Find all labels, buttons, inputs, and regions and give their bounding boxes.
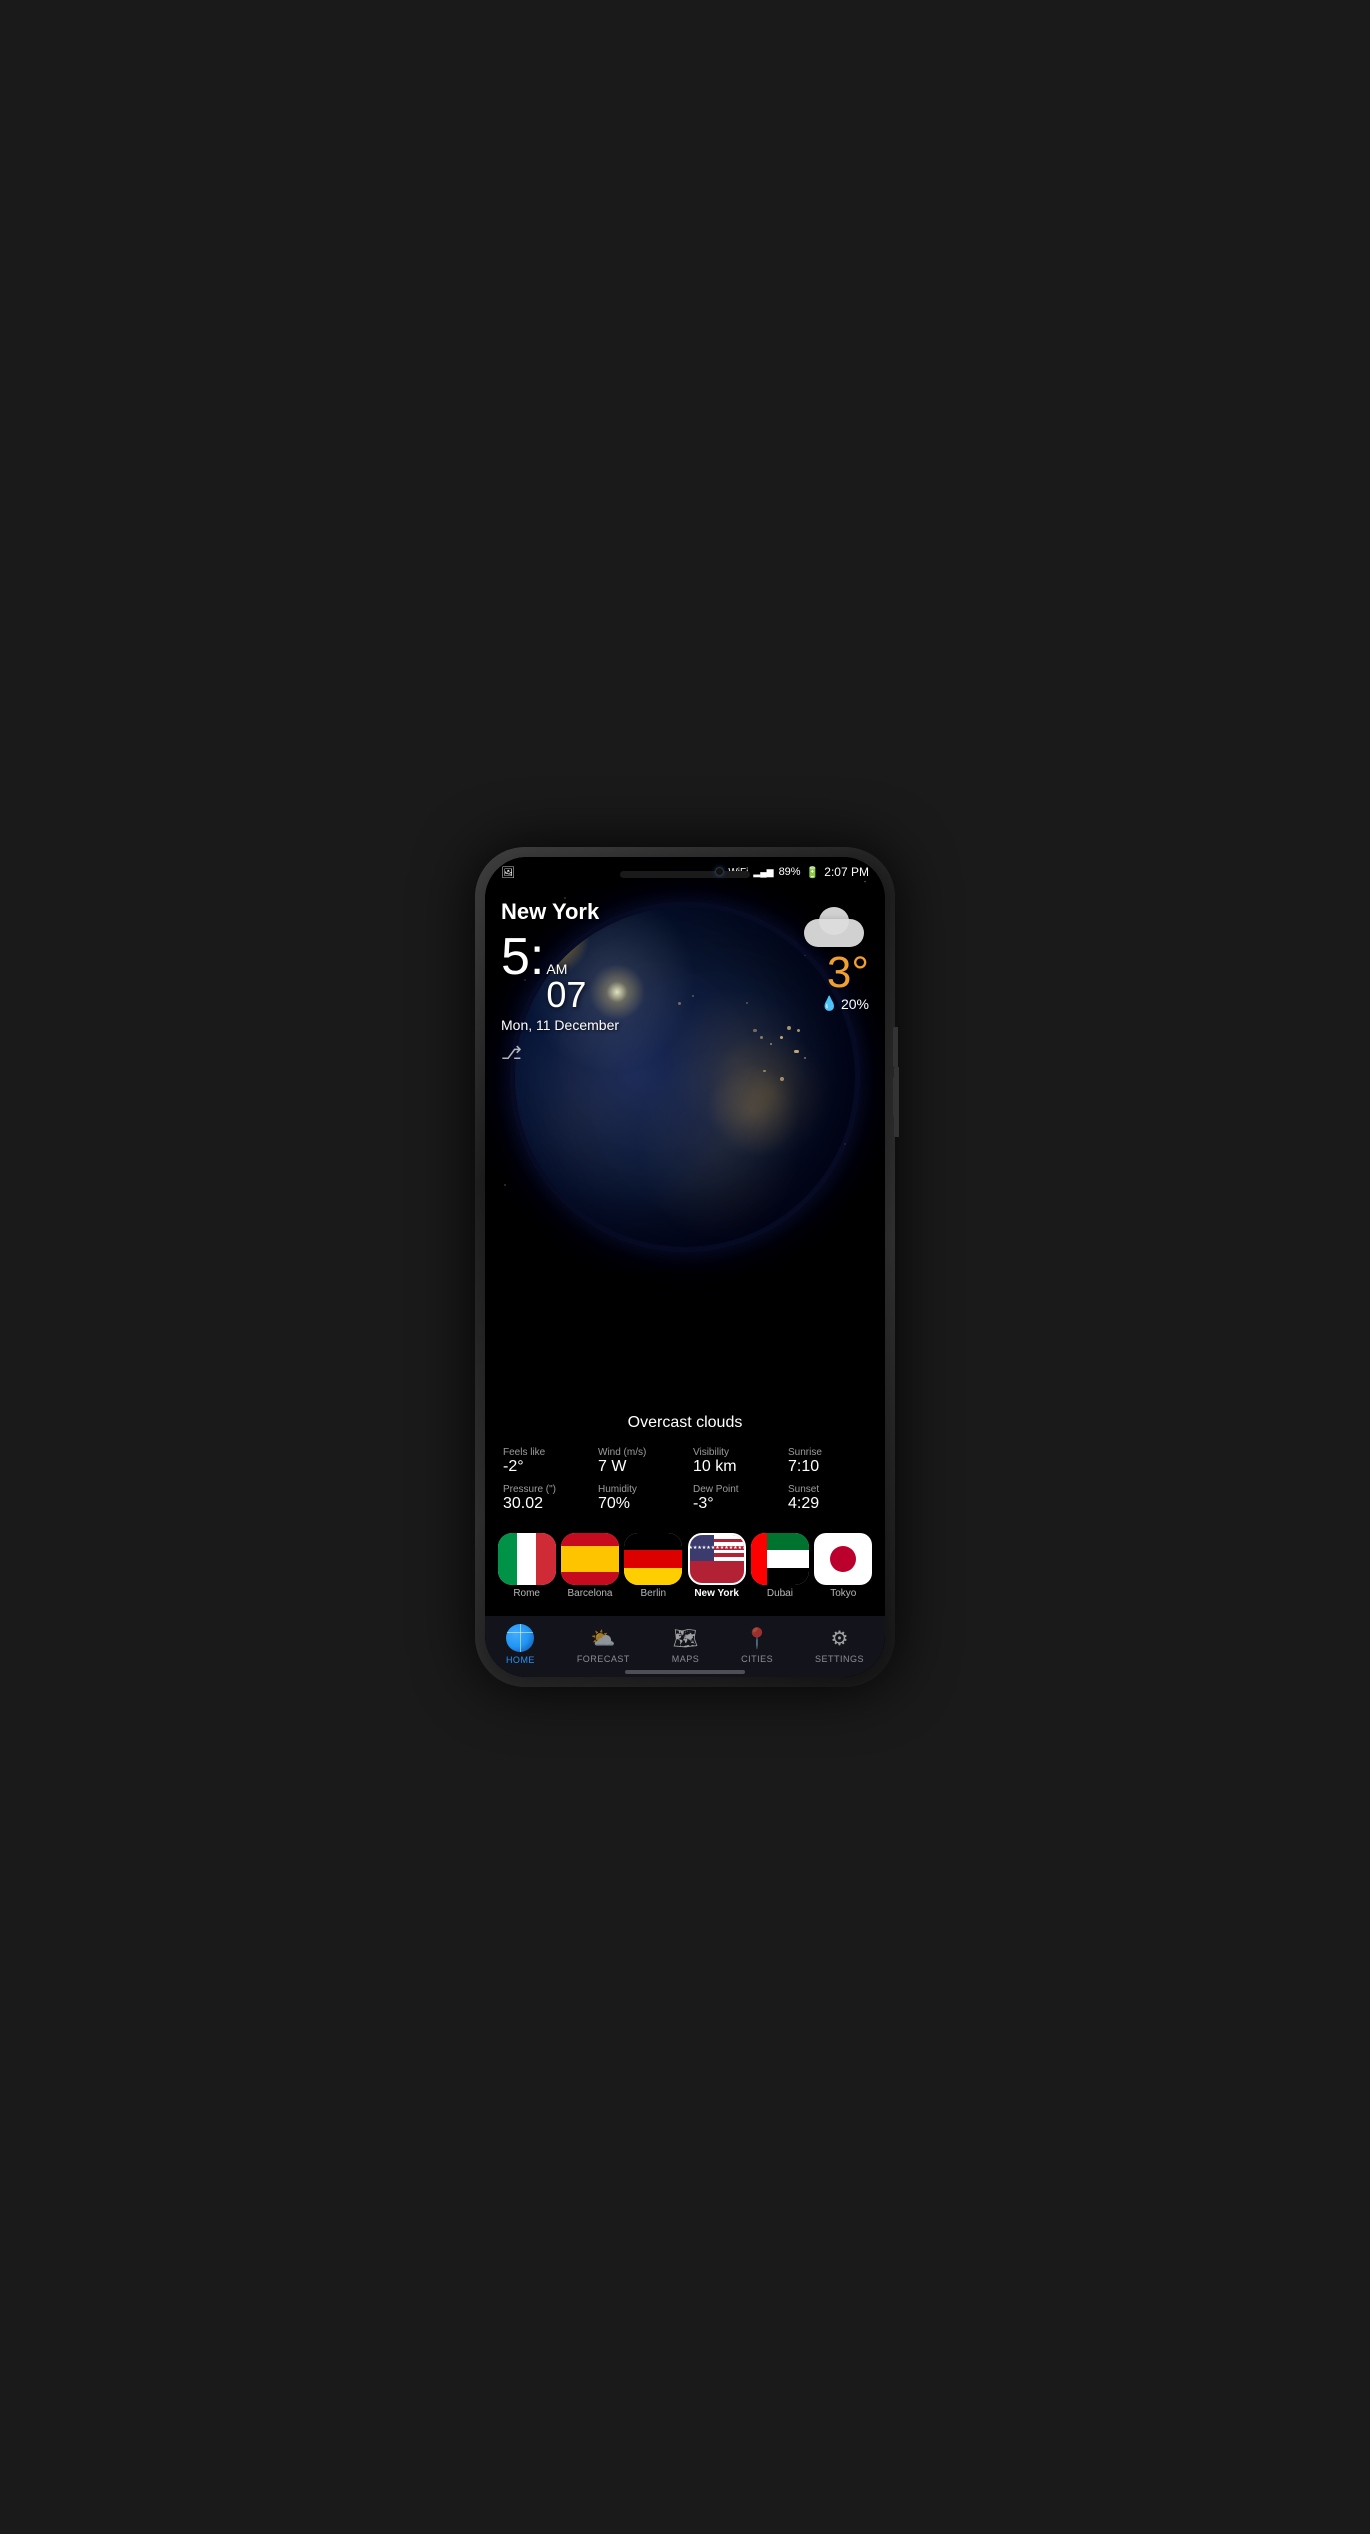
usa-flag: ★★★★★★★★★★★★★★★★★★★★★★★★★★★★★★★★★★★★★★★★… xyxy=(690,1535,744,1583)
weather-description: Overcast clouds xyxy=(485,1414,885,1432)
nav-item-home[interactable]: HOME xyxy=(506,1624,535,1665)
feels-like-value: -2° xyxy=(503,1458,582,1476)
pressure-label: Pressure (") xyxy=(503,1484,582,1495)
city-flag-tokyo[interactable] xyxy=(814,1533,872,1585)
city-item-barcelona[interactable]: Barcelona xyxy=(561,1533,619,1599)
date-display: Mon, 11 December xyxy=(501,1017,869,1033)
weather-description-text: Overcast clouds xyxy=(628,1414,743,1431)
city-flag-rome[interactable] xyxy=(498,1533,556,1585)
phone-screen: 🖼 ⊙ WiFi ▂▄▆ 89% 🔋 2:07 PM New York 5 : xyxy=(485,857,885,1677)
visibility-value: 10 km xyxy=(693,1458,772,1476)
precipitation-value: 20% xyxy=(841,996,869,1012)
feels-like-item: Feels like -2° xyxy=(495,1443,590,1480)
front-camera xyxy=(715,867,724,876)
nav-label-settings: SETTINGS xyxy=(815,1654,864,1664)
city-label-new-york: New York xyxy=(694,1588,739,1599)
city-label-tokyo: Tokyo xyxy=(830,1588,856,1599)
uae-flag xyxy=(751,1533,809,1585)
sunset-label: Sunset xyxy=(788,1484,867,1495)
temperature-main: 3° xyxy=(827,951,869,995)
city-label-berlin: Berlin xyxy=(641,1588,667,1599)
time-colon: : xyxy=(530,927,544,987)
city-label-rome: Rome xyxy=(513,1588,540,1599)
wind-item: Wind (m/s) 7 W xyxy=(590,1443,685,1480)
time-minutes: 07 xyxy=(546,977,586,1013)
image-icon: 🖼 xyxy=(501,866,515,879)
dew-point-label: Dew Point xyxy=(693,1484,772,1495)
battery-icon: 🔋 xyxy=(806,866,820,879)
rain-drop-icon: 💧 xyxy=(821,995,838,1012)
battery-percent: 89% xyxy=(779,866,801,878)
pressure-value: 30.02 xyxy=(503,1495,582,1513)
sunrise-value: 7:10 xyxy=(788,1458,867,1476)
city-flag-barcelona[interactable] xyxy=(561,1533,619,1585)
city-item-rome[interactable]: Rome xyxy=(498,1533,556,1599)
city-item-new-york[interactable]: ★★★★★★★★★★★★★★★★★★★★★★★★★★★★★★★★★★★★★★★★… xyxy=(688,1533,746,1599)
humidity-item: Humidity 70% xyxy=(590,1480,685,1517)
nav-item-forecast[interactable]: ⛅ FORECAST xyxy=(577,1626,630,1664)
visibility-item: Visibility 10 km xyxy=(685,1443,780,1480)
time-minutes-container: AM 07 xyxy=(546,961,586,1013)
nav-item-settings[interactable]: ⚙ SETTINGS xyxy=(815,1626,864,1664)
home-indicator xyxy=(625,1670,745,1674)
sunset-value: 4:29 xyxy=(788,1495,867,1513)
home-globe-icon xyxy=(506,1624,534,1652)
nav-item-maps[interactable]: 🗺 MAPS xyxy=(672,1626,700,1664)
humidity-label: Humidity xyxy=(598,1484,677,1495)
sunrise-label: Sunrise xyxy=(788,1447,867,1458)
settings-icon: ⚙ xyxy=(831,1626,849,1651)
spain-flag xyxy=(561,1533,619,1585)
forecast-icon: ⛅ xyxy=(591,1626,616,1651)
city-flag-dubai[interactable] xyxy=(751,1533,809,1585)
japan-circle xyxy=(830,1546,856,1572)
phone-device: 🖼 ⊙ WiFi ▂▄▆ 89% 🔋 2:07 PM New York 5 : xyxy=(475,847,895,1687)
city-label-dubai: Dubai xyxy=(767,1588,793,1599)
nav-label-home: HOME xyxy=(506,1655,535,1665)
sunrise-item: Sunrise 7:10 xyxy=(780,1443,875,1480)
city-flag-berlin[interactable] xyxy=(624,1533,682,1585)
sunset-item: Sunset 4:29 xyxy=(780,1480,875,1517)
speaker-grille xyxy=(620,871,750,878)
nav-label-forecast: FORECAST xyxy=(577,1654,630,1664)
city-label-barcelona: Barcelona xyxy=(567,1588,612,1599)
volume-up-button[interactable] xyxy=(893,1027,898,1067)
wind-value: 7 W xyxy=(598,1458,677,1476)
city-item-berlin[interactable]: Berlin xyxy=(624,1533,682,1599)
precipitation-display: 💧 20% xyxy=(821,995,869,1012)
status-bar: 🖼 ⊙ WiFi ▂▄▆ 89% 🔋 2:07 PM xyxy=(485,857,885,883)
japan-flag xyxy=(814,1533,872,1585)
city-item-dubai[interactable]: Dubai xyxy=(751,1533,809,1599)
maps-icon: 🗺 xyxy=(673,1626,698,1651)
nav-label-cities: CITIES xyxy=(741,1654,773,1664)
clock-display: 2:07 PM xyxy=(824,865,869,879)
screen-content: 🖼 ⊙ WiFi ▂▄▆ 89% 🔋 2:07 PM New York 5 : xyxy=(485,857,885,1677)
weather-details-grid: Feels like -2° Wind (m/s) 7 W Visibility… xyxy=(485,1443,885,1517)
signal-icon: ▂▄▆ xyxy=(753,867,773,878)
city-selector-row: Rome Barcelona xyxy=(485,1525,885,1607)
city-flag-new-york[interactable]: ★★★★★★★★★★★★★★★★★★★★★★★★★★★★★★★★★★★★★★★★… xyxy=(688,1533,746,1585)
bottom-navigation: HOME ⛅ FORECAST 🗺 MAPS 📍 CITIES xyxy=(485,1616,885,1677)
nav-label-maps: MAPS xyxy=(672,1654,700,1664)
dew-point-value: -3° xyxy=(693,1495,772,1513)
cloud-body xyxy=(804,919,864,947)
time-hour: 5 xyxy=(501,931,530,983)
humidity-value: 70% xyxy=(598,1495,677,1513)
visibility-label: Visibility xyxy=(693,1447,772,1458)
nav-item-cities[interactable]: 📍 CITIES xyxy=(741,1626,773,1664)
feels-like-label: Feels like xyxy=(503,1447,582,1458)
power-button[interactable] xyxy=(894,1067,899,1137)
pressure-item: Pressure (") 30.02 xyxy=(495,1480,590,1517)
cities-icon: 📍 xyxy=(745,1626,770,1651)
germany-flag xyxy=(624,1533,682,1585)
dew-point-item: Dew Point -3° xyxy=(685,1480,780,1517)
city-item-tokyo[interactable]: Tokyo xyxy=(814,1533,872,1599)
italy-flag xyxy=(498,1533,556,1585)
weather-right-panel: 3° 💧 20% xyxy=(804,907,869,1012)
cloud-icon xyxy=(804,907,869,947)
status-left: 🖼 xyxy=(501,866,515,879)
wind-label: Wind (m/s) xyxy=(598,1447,677,1458)
share-icon[interactable]: ⎇ xyxy=(501,1043,869,1064)
